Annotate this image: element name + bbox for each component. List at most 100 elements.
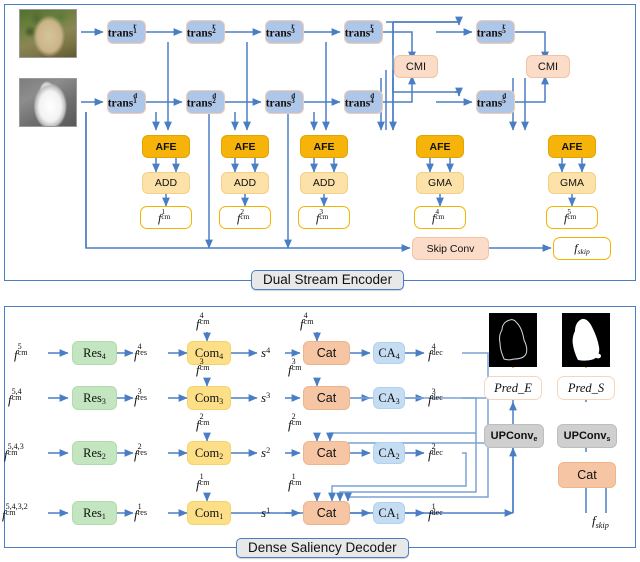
trans-r-1-label: trans r 1 [107, 21, 137, 40]
fcm-4-label: f 4 cm [432, 206, 445, 225]
cat-1-label: Cat [316, 506, 337, 520]
encoder-afe-5[interactable]: AFE [548, 135, 596, 158]
afe-3-label: AFE [313, 140, 335, 153]
trans-d-1-label: trans d 1 [107, 91, 138, 110]
decoder-res-2[interactable]: Res2 [72, 441, 117, 465]
encoder-trans-r-3[interactable]: trans r 3 [265, 20, 304, 44]
encoder-cmi-stage5[interactable]: CMI [526, 55, 570, 78]
encoder-cmi-stage4[interactable]: CMI [394, 55, 438, 78]
encoder-trans-r-4[interactable]: trans r 4 [344, 20, 383, 44]
encoder-trans-r-5[interactable]: trans r 5 [476, 20, 515, 44]
decoder-input-fcm-row4: f 5,4,3,2 cm [2, 501, 28, 522]
figure-canvas: Dual Stream Encoder trans r 1 trans r 2 tran… [0, 0, 640, 562]
ca-2-label: CA2 [378, 445, 400, 462]
decoder-res-3[interactable]: Res3 [72, 386, 117, 410]
decoder-fres-2: f 2 res [134, 441, 148, 462]
com-top-input-4: f 4 cm [196, 310, 210, 331]
encoder-fusion-5[interactable]: GMA [548, 172, 596, 194]
head-cat-label: Cat [577, 468, 597, 482]
decoder-input-fcm-row3: f 5,4,3 cm [4, 441, 24, 462]
fusion-1-label: ADD [154, 177, 178, 189]
decoder-com-2[interactable]: Com2 [187, 441, 231, 465]
encoder-trans-d-4[interactable]: trans d 4 [344, 90, 383, 114]
ca-4-label: CA4 [378, 345, 400, 362]
trans-r-5-label: trans r 5 [476, 21, 506, 40]
com-top-input-2: f 2 cm [196, 411, 210, 432]
encoder-trans-r-2[interactable]: trans r 2 [186, 20, 225, 44]
decoder-s-3: s3 [261, 390, 271, 405]
encoder-panel-caption: Dual Stream Encoder [251, 270, 405, 290]
decoder-ca-4[interactable]: CA4 [373, 342, 405, 364]
decoder-fdec-3: f 3 dec [428, 386, 443, 407]
encoder-output-fcm-4: f 4 cm [414, 206, 466, 229]
decoder-com-3[interactable]: Com3 [187, 386, 231, 410]
cmi-stage4-label: CMI [405, 60, 427, 73]
upconv-saliency[interactable]: UPConvs [557, 424, 617, 448]
com-1-label: Com1 [194, 505, 224, 522]
decoder-com-1[interactable]: Com1 [187, 501, 231, 525]
upconv-edge-label: UPConve [490, 430, 538, 444]
decoder-panel-caption: Dense Saliency Decoder [236, 538, 409, 558]
afe-2-label: AFE [234, 140, 256, 153]
com-2-label: Com2 [194, 445, 224, 462]
decoder-fdec-4: f 4 dec [428, 341, 443, 362]
encoder-afe-2[interactable]: AFE [221, 135, 269, 158]
fcm-2-label: f 2 cm [237, 206, 250, 225]
decoder-s-1: s1 [261, 505, 271, 520]
head-cat[interactable]: Cat [558, 462, 616, 488]
encoder-fusion-4[interactable]: GMA [416, 172, 464, 194]
encoder-output-fcm-3: f 3 cm [298, 206, 350, 229]
ca-1-label: CA1 [378, 505, 400, 522]
decoder-fres-1: f 1 res [134, 501, 148, 522]
afe-1-label: AFE [155, 140, 177, 153]
decoder-fres-3: f 3 res [134, 386, 148, 407]
trans-r-2-label: trans r 2 [186, 21, 216, 40]
encoder-afe-4[interactable]: AFE [416, 135, 464, 158]
encoder-trans-d-3[interactable]: trans d 3 [265, 90, 304, 114]
encoder-afe-1[interactable]: AFE [142, 135, 190, 158]
edge-map-preview [489, 313, 537, 367]
fusion-4-label: GMA [428, 177, 452, 189]
pred-saliency-box: Pred_S [557, 376, 615, 400]
pred-saliency-label: Pred_S [567, 380, 605, 395]
decoder-cat-2[interactable]: Cat [303, 441, 350, 465]
afe-4-label: AFE [429, 140, 451, 153]
decoder-cat-4[interactable]: Cat [303, 341, 350, 365]
decoder-ca-1[interactable]: CA1 [373, 502, 405, 524]
encoder-afe-3[interactable]: AFE [300, 135, 348, 158]
encoder-trans-d-5[interactable]: trans d 5 [476, 90, 515, 114]
trans-d-2-label: trans d 2 [186, 91, 217, 110]
encoder-trans-r-1[interactable]: trans r 1 [107, 20, 146, 44]
cat-4-label: Cat [316, 346, 337, 360]
upconv-edge[interactable]: UPConve [484, 424, 544, 448]
depth-input-image [19, 78, 77, 127]
fusion-3-label: ADD [312, 177, 336, 189]
decoder-res-1[interactable]: Res1 [72, 501, 117, 525]
encoder-output-fskip: fskip [553, 237, 611, 260]
encoder-fusion-2[interactable]: ADD [221, 172, 269, 194]
encoder-output-fcm-5: f 5 cm [546, 206, 598, 229]
cat-top-input-1: f 1 cm [288, 471, 302, 492]
encoder-skip-conv[interactable]: Skip Conv [412, 237, 489, 260]
encoder-fusion-1[interactable]: ADD [142, 172, 190, 194]
decoder-input-fcm-row2: f 5,4 cm [8, 386, 22, 407]
fusion-2-label: ADD [233, 177, 257, 189]
com-top-input-3: f 3 cm [196, 356, 210, 377]
decoder-cat-3[interactable]: Cat [303, 386, 350, 410]
cat-3-label: Cat [316, 391, 337, 405]
cat-top-input-2: f 2 cm [288, 411, 302, 432]
decoder-ca-3[interactable]: CA3 [373, 387, 405, 409]
decoder-res-4[interactable]: Res4 [72, 341, 117, 365]
encoder-trans-d-1[interactable]: trans d 1 [107, 90, 146, 114]
decoder-cat-1[interactable]: Cat [303, 501, 350, 525]
com-3-label: Com3 [194, 390, 224, 407]
fcm-5-label: f 5 cm [564, 206, 577, 225]
encoder-trans-d-2[interactable]: trans d 2 [186, 90, 225, 114]
encoder-fusion-3[interactable]: ADD [300, 172, 348, 194]
pred-edge-box: Pred_E [484, 376, 542, 400]
fskip-label: fskip [574, 241, 590, 257]
res-3-label: Res3 [83, 390, 106, 407]
pred-edge-label: Pred_E [494, 380, 532, 395]
trans-d-3-label: trans d 3 [265, 91, 296, 110]
decoder-ca-2[interactable]: CA2 [373, 442, 405, 464]
